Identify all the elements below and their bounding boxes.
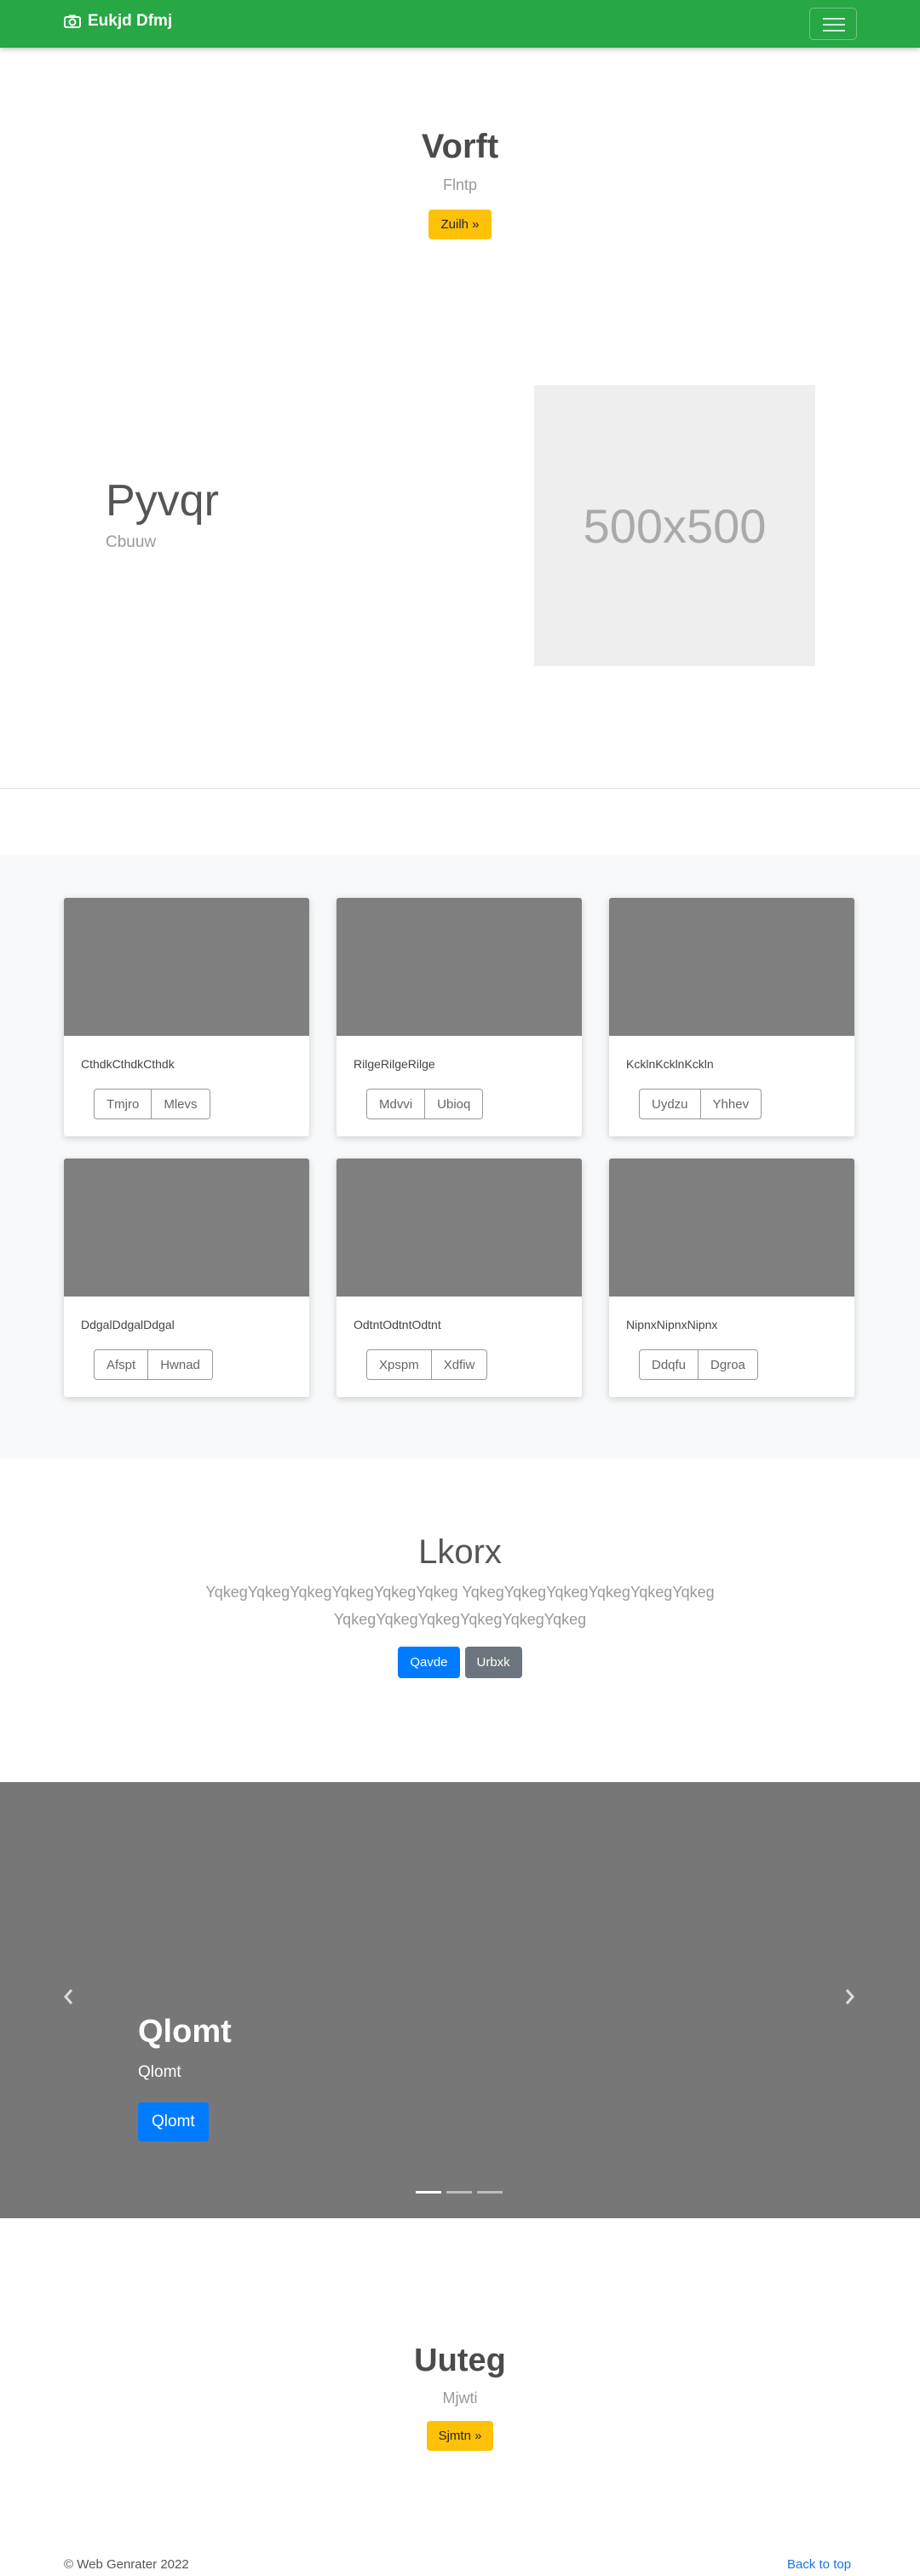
card-image	[336, 1159, 582, 1297]
brand-label: Eukjd Dfmj	[88, 12, 173, 30]
card-image	[609, 898, 854, 1036]
footer-copyright: © Web Genrater 2022	[64, 2557, 189, 2572]
hero-bottom-title: Uuteg	[414, 2343, 506, 2378]
carousel-indicator[interactable]	[416, 2191, 441, 2194]
card-image	[609, 1159, 854, 1297]
hamburger-icon-line	[823, 24, 845, 26]
primary-button[interactable]: Qavde	[398, 1647, 460, 1678]
card-button[interactable]: Uydzu	[639, 1089, 701, 1119]
camera-icon	[64, 14, 81, 28]
placeholder-label: 500x500	[583, 498, 767, 553]
card-button[interactable]: Xpspm	[366, 1349, 432, 1380]
card-text: OdtntOdtntOdtnt	[354, 1318, 441, 1331]
hamburger-icon	[823, 18, 845, 20]
carousel-caption-button[interactable]: Qlomt	[138, 2102, 209, 2142]
feature-subtitle: Cbuuw	[106, 533, 157, 551]
carousel-indicator[interactable]	[446, 2191, 472, 2194]
hero-bottom-button[interactable]: Sjmtn »	[426, 2421, 494, 2451]
hero-title: Vorft	[421, 128, 499, 165]
carousel-next-icon[interactable]	[843, 1987, 857, 2007]
card-button-group: Mdvvi Ubioq	[366, 1089, 484, 1119]
album-card: DdgalDdgalDdgal Afspt Hwnad	[64, 1159, 309, 1397]
hero-subtitle: Flntp	[442, 176, 478, 193]
card-button[interactable]: Mdvvi	[366, 1089, 426, 1119]
card-button-group: Xpspm Xdfiw	[366, 1349, 488, 1380]
carousel-caption-text: Qlomt	[138, 2063, 181, 2081]
card-image	[64, 898, 309, 1036]
card-button-group: Tmjro Mlevs	[94, 1089, 210, 1119]
album-card: RilgeRilgeRilge Mdvvi Ubioq	[336, 898, 582, 1136]
navbar: Eukjd Dfmj	[0, 0, 920, 48]
hero-bottom-subtitle: Mjwti	[442, 2389, 478, 2406]
card-button-group: Uydzu Yhhev	[639, 1089, 762, 1119]
card-button-group: Afspt Hwnad	[94, 1349, 213, 1380]
card-text: DdgalDdgalDdgal	[81, 1318, 175, 1331]
feature-section: Pyvqr Cbuuw 500x500	[0, 307, 920, 784]
card-button-group: Ddqfu Dgroa	[639, 1349, 758, 1380]
card-button[interactable]: Afspt	[94, 1349, 149, 1380]
card-text: NipnxNipnxNipnx	[626, 1318, 718, 1331]
card-text: KcklnKcklnKckln	[626, 1057, 714, 1071]
card-text: CthdkCthdkCthdk	[81, 1057, 175, 1071]
card-image	[64, 1159, 309, 1297]
carousel-caption-title: Qlomt	[138, 2014, 232, 2050]
album-card: OdtntOdtntOdtnt Xpspm Xdfiw	[336, 1159, 582, 1397]
hero-button[interactable]: Zuilh »	[428, 210, 492, 239]
jumbotron-lead: YqkegYqkegYqkegYqkegYqkegYqkeg YqkegYqke…	[0, 1578, 920, 1633]
album-card: NipnxNipnxNipnx Ddqfu Dgroa	[609, 1159, 854, 1397]
card-button[interactable]: Xdfiw	[431, 1349, 488, 1380]
carousel: Qlomt Qlomt Qlomt	[0, 1782, 920, 2218]
placeholder-image: 500x500	[534, 385, 815, 666]
card-image	[336, 898, 582, 1036]
carousel-prev-icon[interactable]	[61, 1987, 75, 2007]
card-text: RilgeRilgeRilge	[354, 1057, 435, 1071]
card-button[interactable]: Dgroa	[699, 1349, 758, 1380]
jumbotron-lead-line: YqkegYqkegYqkegYqkegYqkegYqkeg	[333, 1611, 587, 1628]
jumbotron: Lkorx YqkegYqkegYqkegYqkegYqkegYqkeg Yqk…	[0, 1533, 920, 1678]
card-button[interactable]: Yhhev	[700, 1089, 762, 1119]
carousel-indicators	[416, 2191, 503, 2194]
hero-section: Vorft Flntp Zuilh »	[0, 48, 920, 239]
card-button[interactable]: Ddqfu	[639, 1349, 699, 1380]
navbar-toggler-button[interactable]	[809, 8, 857, 40]
feature-title: Pyvqr	[106, 476, 219, 526]
brand-link[interactable]: Eukjd Dfmj	[64, 12, 172, 31]
card-button[interactable]: Hwnad	[148, 1349, 213, 1380]
album-card: CthdkCthdkCthdk Tmjro Mlevs	[64, 898, 309, 1136]
carousel-indicator[interactable]	[477, 2191, 503, 2194]
jumbotron-title: Lkorx	[418, 1533, 502, 1571]
hero-section-bottom: Uuteg Mjwti Sjmtn »	[0, 2343, 920, 2451]
divider	[0, 788, 920, 789]
jumbotron-lead-line: YqkegYqkegYqkegYqkegYqkegYqkeg YqkegYqke…	[205, 1584, 715, 1601]
secondary-button[interactable]: Urbxk	[464, 1647, 522, 1678]
card-button[interactable]: Ubioq	[425, 1089, 484, 1119]
album-section: CthdkCthdkCthdk Tmjro Mlevs RilgeRilgeRilge…	[0, 855, 920, 1458]
hamburger-icon-line	[823, 30, 845, 32]
back-to-top-link[interactable]: Back to top	[787, 2557, 851, 2572]
card-button[interactable]: Tmjro	[94, 1089, 152, 1119]
card-button[interactable]: Mlevs	[152, 1089, 210, 1119]
album-card: KcklnKcklnKckln Uydzu Yhhev	[609, 898, 854, 1136]
